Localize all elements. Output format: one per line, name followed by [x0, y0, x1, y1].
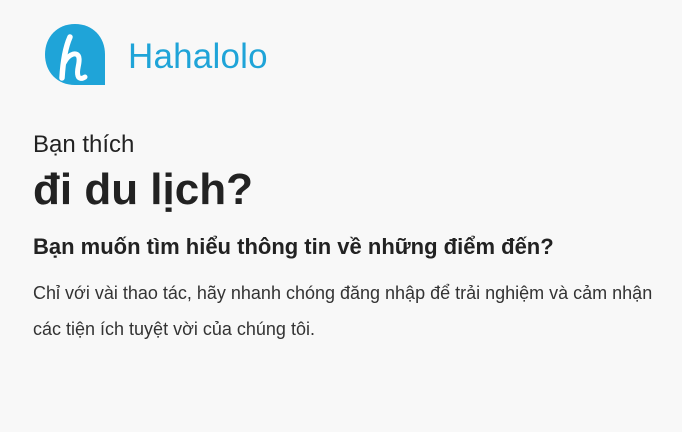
hero-description: Chỉ với vài thao tác, hãy nhanh chóng đă…	[33, 283, 653, 339]
login-intro-page: Hahalolo Bạn thích đi du lịch? Bạn muốn …	[0, 0, 682, 432]
hero-kicker: Bạn thích	[33, 131, 135, 158]
hero-headline: đi du lịch?	[33, 165, 253, 214]
hero-subheadline: Bạn muốn tìm hiểu thông tin về những điể…	[33, 234, 554, 259]
hahalolo-logo-icon	[45, 24, 105, 85]
brand-header: Hahalolo	[43, 22, 268, 88]
hero-section: Bạn thích đi du lịch? Bạn muốn tìm hiểu …	[33, 130, 682, 347]
brand-name: Hahalolo	[128, 36, 268, 76]
